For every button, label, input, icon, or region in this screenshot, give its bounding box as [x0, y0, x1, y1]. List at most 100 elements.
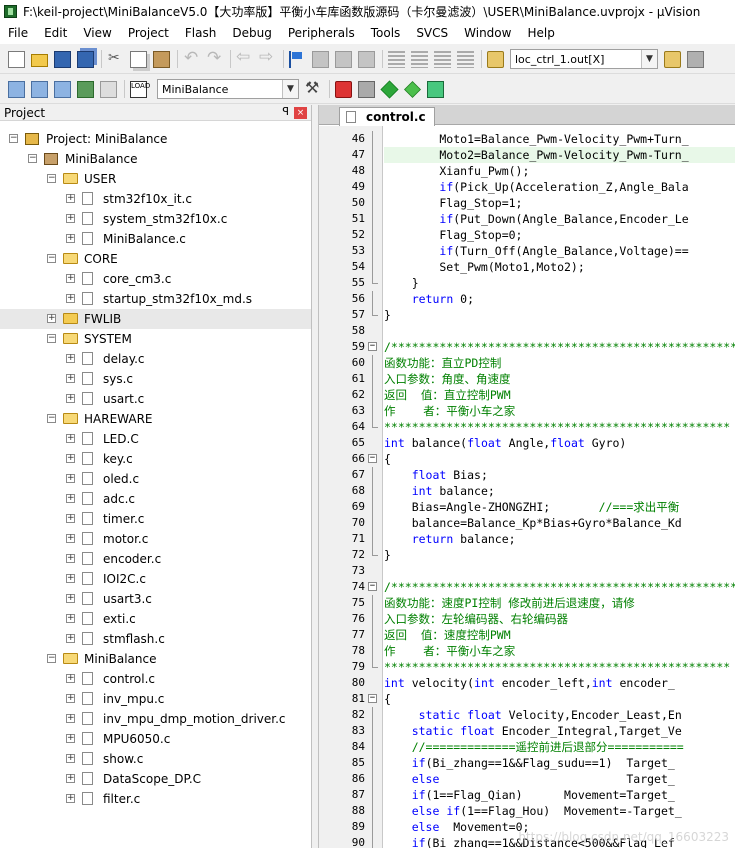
tree-folder-item[interactable]: − USER	[0, 169, 311, 189]
expand-icon[interactable]: +	[66, 494, 75, 503]
expand-icon[interactable]: +	[66, 214, 75, 223]
code-line[interactable]: Flag_Stop=0;	[384, 227, 735, 243]
chevron-down-icon[interactable]: ▼	[641, 50, 657, 68]
collapse-icon[interactable]: −	[47, 654, 56, 663]
load-icon[interactable]: LOAD	[130, 80, 150, 98]
tree-file-item[interactable]: + stmflash.c	[0, 629, 311, 649]
paste-icon[interactable]	[153, 50, 170, 68]
tree-file-item[interactable]: + DataScope_DP.C	[0, 769, 311, 789]
stop-build-icon[interactable]	[100, 80, 117, 98]
code-line[interactable]: else Target_	[384, 771, 735, 787]
code-line[interactable]: return 0;	[384, 291, 735, 307]
code-line[interactable]: Bias=Angle-ZHONGZHI; //===求出平衡	[384, 499, 735, 515]
tree-folder-item[interactable]: − HAREWARE	[0, 409, 311, 429]
menu-window[interactable]: Window	[456, 23, 519, 44]
code-line[interactable]: float Bias;	[384, 467, 735, 483]
bookmark-flag-icon[interactable]	[289, 50, 306, 68]
code-line[interactable]: {	[384, 451, 735, 467]
expand-icon[interactable]: +	[66, 354, 75, 363]
code-line[interactable]: if(Turn_Off(Angle_Balance,Voltage)==	[384, 243, 735, 259]
close-icon[interactable]: ×	[294, 107, 307, 119]
tree-folder-item[interactable]: − CORE	[0, 249, 311, 269]
menu-edit[interactable]: Edit	[36, 23, 75, 44]
fold-collapse-icon[interactable]: −	[368, 454, 377, 463]
tree-file-item[interactable]: + MiniBalance.c	[0, 229, 311, 249]
code-line[interactable]: 函数功能：直立PD控制	[384, 355, 735, 371]
expand-icon[interactable]: +	[47, 314, 56, 323]
collapse-icon[interactable]: −	[47, 174, 56, 183]
menu-flash[interactable]: Flash	[177, 23, 224, 44]
find-in-files-icon[interactable]	[487, 50, 504, 68]
unindent-icon[interactable]	[411, 50, 428, 68]
code-line[interactable]: Moto1=Balance_Pwm-Velocity_Pwm+Turn_	[384, 131, 735, 147]
tree-file-item[interactable]: + show.c	[0, 749, 311, 769]
save-all-icon[interactable]	[77, 50, 94, 68]
expand-icon[interactable]: +	[66, 294, 75, 303]
tree-file-item[interactable]: + control.c	[0, 669, 311, 689]
expand-icon[interactable]: +	[66, 434, 75, 443]
tree-file-item[interactable]: + core_cm3.c	[0, 269, 311, 289]
expand-icon[interactable]: +	[66, 714, 75, 723]
fold-collapse-icon[interactable]: −	[368, 342, 377, 351]
expand-icon[interactable]: +	[66, 194, 75, 203]
comment-icon[interactable]	[434, 50, 451, 68]
bookmark-prev-icon[interactable]	[312, 50, 329, 68]
copy-icon[interactable]	[130, 50, 147, 68]
tree-file-item[interactable]: + inv_mpu.c	[0, 689, 311, 709]
expand-icon[interactable]: +	[66, 694, 75, 703]
code-area[interactable]: Moto1=Balance_Pwm-Velocity_Pwm+Turn_ Mot…	[384, 126, 735, 848]
expand-icon[interactable]: +	[66, 594, 75, 603]
tree-file-item[interactable]: + usart3.c	[0, 589, 311, 609]
expand-icon[interactable]: +	[66, 234, 75, 243]
find-combo[interactable]: loc_ctrl_1.out[X] ▼	[510, 49, 658, 69]
expand-icon[interactable]: +	[66, 754, 75, 763]
build-icon[interactable]	[31, 80, 48, 98]
code-line[interactable]: int balance;	[384, 483, 735, 499]
expand-icon[interactable]: +	[66, 774, 75, 783]
save-icon[interactable]	[54, 50, 71, 68]
code-line[interactable]: Set_Pwm(Moto1,Moto2);	[384, 259, 735, 275]
incremental-find-icon[interactable]	[687, 50, 704, 68]
tree-file-item[interactable]: + startup_stm32f10x_md.s	[0, 289, 311, 309]
tree-file-item[interactable]: + inv_mpu_dmp_motion_driver.c	[0, 709, 311, 729]
collapse-icon[interactable]: −	[9, 134, 18, 143]
tree-file-item[interactable]: + adc.c	[0, 489, 311, 509]
code-line[interactable]	[384, 563, 735, 579]
expand-icon[interactable]: +	[66, 374, 75, 383]
menu-debug[interactable]: Debug	[224, 23, 279, 44]
bookmark-clear-icon[interactable]	[358, 50, 375, 68]
expand-icon[interactable]: +	[66, 474, 75, 483]
code-line[interactable]: 入口参数：角度、角速度	[384, 371, 735, 387]
code-line[interactable]: /***************************************…	[384, 339, 735, 355]
tree-project-item[interactable]: − Project: MiniBalance	[0, 129, 311, 149]
navigate-back-icon[interactable]	[236, 47, 253, 68]
collapse-icon[interactable]: −	[47, 334, 56, 343]
code-line[interactable]: int balance(float Angle,float Gyro)	[384, 435, 735, 451]
batch-build-icon[interactable]	[77, 80, 94, 98]
select-packs-icon[interactable]	[358, 80, 375, 98]
tree-file-item[interactable]: + oled.c	[0, 469, 311, 489]
translate-icon[interactable]	[8, 80, 25, 98]
target-combo[interactable]: MiniBalance ▼	[157, 79, 299, 99]
tree-target-item[interactable]: − MiniBalance	[0, 149, 311, 169]
menu-view[interactable]: View	[75, 23, 119, 44]
expand-icon[interactable]: +	[66, 734, 75, 743]
code-line[interactable]: balance=Balance_Kp*Bias+Gyro*Balance_Kd	[384, 515, 735, 531]
uncomment-icon[interactable]	[457, 50, 474, 68]
new-file-icon[interactable]	[8, 50, 25, 68]
expand-icon[interactable]: +	[66, 454, 75, 463]
collapse-icon[interactable]: −	[28, 154, 37, 163]
code-line[interactable]: Xianfu_Pwm();	[384, 163, 735, 179]
expand-icon[interactable]: +	[66, 534, 75, 543]
manage-project-items-icon[interactable]	[427, 80, 444, 98]
code-line[interactable]	[384, 323, 735, 339]
open-folder-icon[interactable]	[31, 54, 48, 67]
tree-file-item[interactable]: + key.c	[0, 449, 311, 469]
code-line[interactable]: {	[384, 691, 735, 707]
expand-icon[interactable]: +	[66, 794, 75, 803]
tree-file-item[interactable]: + timer.c	[0, 509, 311, 529]
code-line[interactable]: Flag_Stop=1;	[384, 195, 735, 211]
chevron-down-icon[interactable]: ▼	[282, 80, 298, 98]
navigate-forward-icon[interactable]	[259, 47, 276, 68]
tree-folder-item[interactable]: + FWLIB	[0, 309, 311, 329]
